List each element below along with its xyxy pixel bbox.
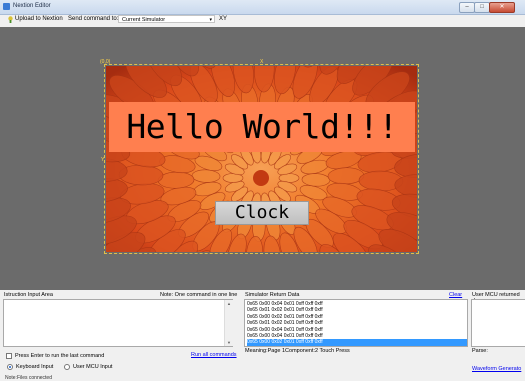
scroll-down-icon[interactable]: ▼	[225, 339, 233, 346]
title-bar	[0, 0, 525, 15]
minimize-button[interactable]: –	[459, 2, 475, 13]
maximize-icon: □	[480, 4, 484, 10]
user-mcu-input-radio[interactable]	[64, 364, 70, 370]
user-mcu-input-label: User MCU Input	[73, 364, 113, 370]
chevron-down-icon: ▾	[209, 17, 212, 23]
status-bar: Note:Files connected	[5, 375, 52, 381]
canvas-x-axis-label: X	[260, 59, 264, 65]
parse-label: Parse:	[472, 348, 488, 354]
keyboard-input-label: Keyboard Input	[16, 364, 54, 370]
window-title: Nextion Editor	[13, 3, 51, 9]
simulator-return-header: Simulator Return Data	[245, 292, 300, 298]
maximize-button[interactable]: □	[474, 2, 490, 13]
canvas-y-axis-label: Y	[101, 157, 105, 163]
simulator-return-list[interactable]: 0x65 0x00 0x04 0x01 0xff 0xff 0xff 0x65 …	[244, 299, 468, 347]
waveform-generator-link[interactable]: Waveform Generato	[472, 366, 521, 372]
sim-line-selected[interactable]: 0x65 0x00 0x02 0x01 0xff 0xff 0xff	[247, 339, 467, 346]
scroll-up-icon[interactable]: ▲	[225, 300, 233, 307]
close-button[interactable]: ✕	[489, 2, 515, 13]
close-icon: ✕	[499, 4, 505, 10]
mcu-return-area[interactable]	[471, 299, 525, 347]
send-command-label: Send command to:	[68, 16, 119, 22]
app-icon	[3, 3, 10, 10]
hello-world-text: Hello World!!!	[126, 107, 398, 146]
send-target-value: Current Simulator	[122, 17, 166, 23]
upload-to-nextion-button[interactable]: Upload to Nextion	[15, 16, 63, 22]
instruction-note: Note: One command in one line	[160, 292, 238, 298]
instruction-area-header: Istruction Input Area	[4, 292, 53, 298]
press-enter-label: Press Enter to run the last command	[15, 353, 105, 359]
run-all-commands-link[interactable]: Run all commands	[191, 352, 237, 358]
minimize-icon: –	[465, 4, 469, 10]
upload-icon	[8, 16, 13, 23]
send-target-select[interactable]: Current Simulator ▾	[118, 15, 215, 23]
keyboard-input-radio[interactable]	[7, 364, 13, 370]
meaning-text: Meaning:Page 1Component:2 Touch Press	[245, 348, 350, 354]
clear-link[interactable]: Clear	[449, 292, 462, 298]
xy-toggle[interactable]: XY	[219, 16, 227, 22]
clock-button[interactable]: Clock	[215, 201, 309, 225]
canvas-origin-label: (0,0)	[100, 59, 111, 65]
press-enter-checkbox[interactable]	[6, 353, 12, 359]
instruction-input[interactable]	[3, 299, 233, 347]
instruction-scrollbar[interactable]: ▲ ▼	[224, 300, 233, 346]
